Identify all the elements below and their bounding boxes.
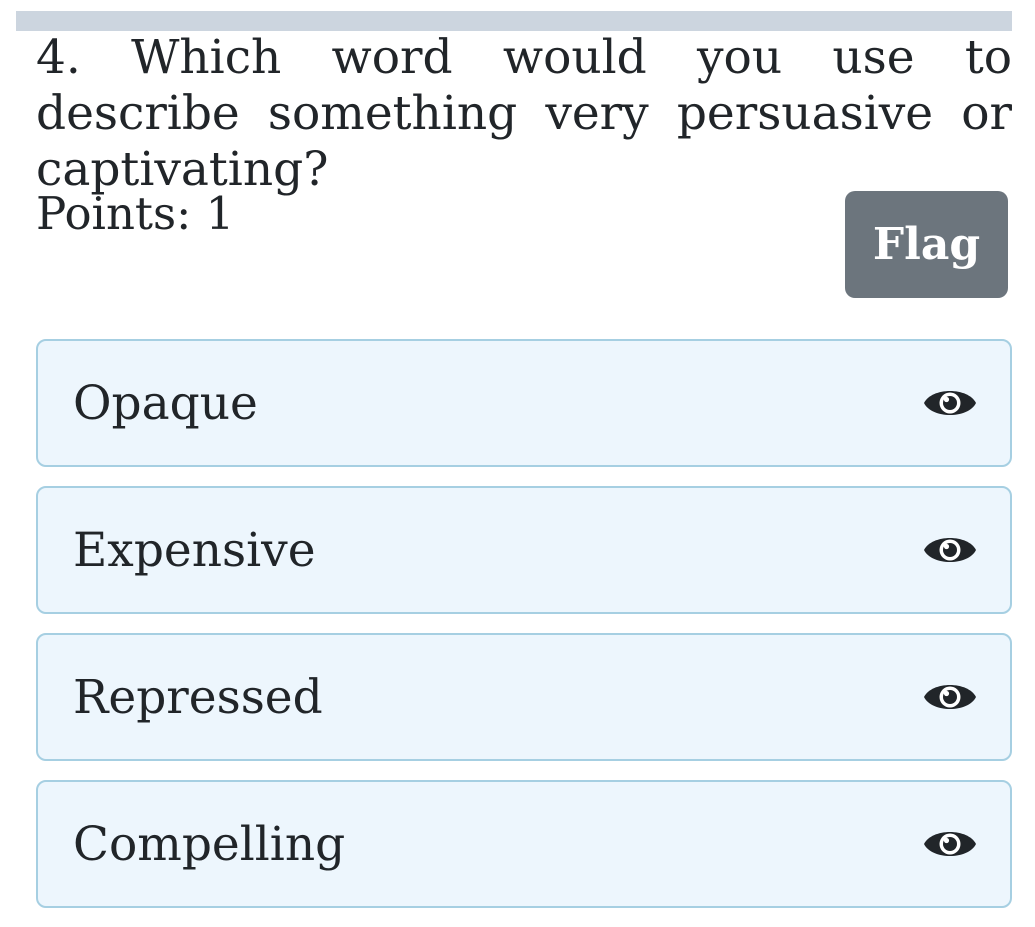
eye-icon-graphic [924,832,976,856]
answer-option-repressed[interactable]: Repressed [36,633,1012,761]
progress-divider-bar [16,11,1012,31]
answer-option-opaque[interactable]: Opaque [36,339,1012,467]
answer-option-label: Opaque [73,375,258,431]
flag-button[interactable]: Flag [845,191,1008,298]
points-label: Points: 1 [36,187,235,240]
eye-icon[interactable] [922,381,978,425]
eye-icon[interactable] [922,822,978,866]
answer-option-expensive[interactable]: Expensive [36,486,1012,614]
answer-option-compelling[interactable]: Compelling [36,780,1012,908]
answer-options-list: Opaque Expensive Repressed Compelling [36,339,1012,927]
eye-icon[interactable] [922,675,978,719]
eye-icon-graphic [924,685,976,709]
eye-icon-graphic [924,538,976,562]
eye-icon-graphic [924,391,976,415]
answer-option-label: Repressed [73,669,323,725]
question-text: 4. Which word would you use to describe … [36,30,1012,197]
answer-option-label: Compelling [73,816,346,872]
answer-option-label: Expensive [73,522,316,578]
eye-icon[interactable] [922,528,978,572]
